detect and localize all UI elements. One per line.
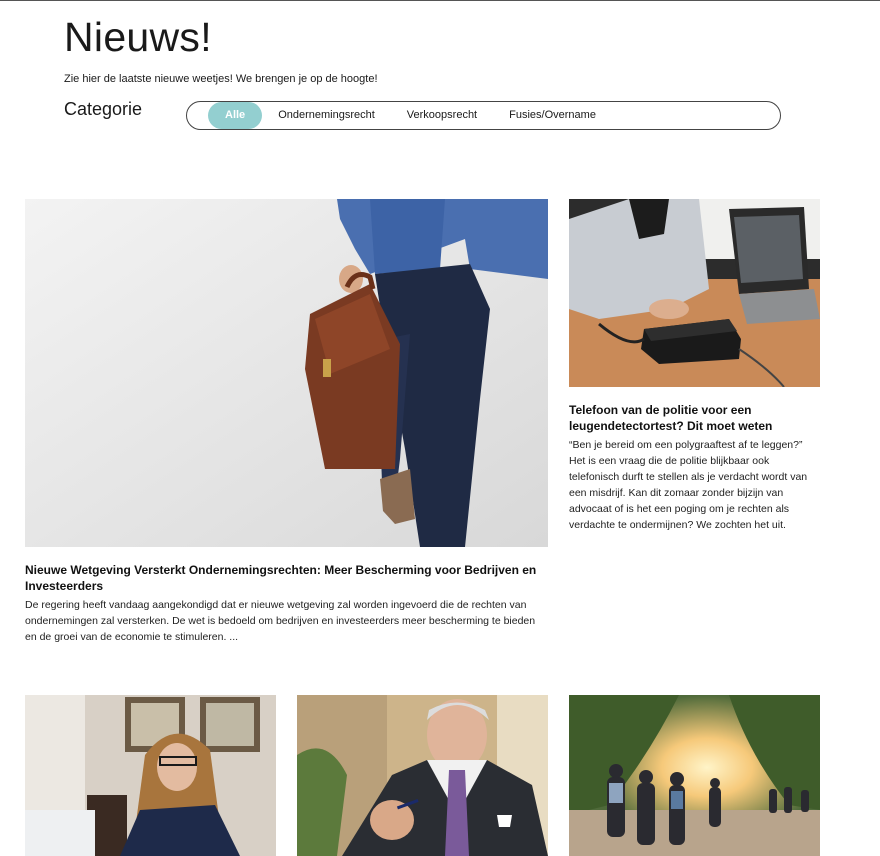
people-walking-sunset-illustration [569,695,820,856]
article-image-man-suit[interactable] [297,695,548,856]
filter-fusies-overname[interactable]: Fusies/Overname [493,102,612,129]
article-excerpt: “Ben je bereid om een polygraaftest af t… [569,439,808,531]
filter-ondernemingsrecht[interactable]: Ondernemingsrecht [262,102,391,129]
article-title[interactable]: Telefoon van de politie voor een leugend… [569,402,799,434]
top-divider [0,0,880,1]
article-image-businessman[interactable] [25,199,548,547]
article-image-woman-glasses[interactable] [25,695,276,856]
article-image-people-walking[interactable] [569,695,820,856]
woman-with-glasses-illustration [25,695,276,856]
article-image-polygraph[interactable] [569,199,820,387]
page-subtitle: Zie hier de laatste nieuwe weetjes! We b… [64,73,378,85]
category-label: Categorie [64,99,143,119]
page-title: Nieuws! [64,14,212,60]
filter-verkoopsrecht[interactable]: Verkoopsrecht [391,102,493,129]
article-title[interactable]: Nieuwe Wetgeving Versterkt Ondernemingsr… [25,562,550,594]
article-excerpt: De regering heeft vandaag aangekondigd d… [25,599,536,643]
businessman-briefcase-illustration [25,199,548,547]
category-filter-bar: Alle Ondernemingsrecht Verkoopsrecht Fus… [186,101,781,130]
filter-alle[interactable]: Alle [208,102,263,129]
gray-haired-man-illustration [297,695,548,856]
polygraph-illustration [569,199,820,387]
